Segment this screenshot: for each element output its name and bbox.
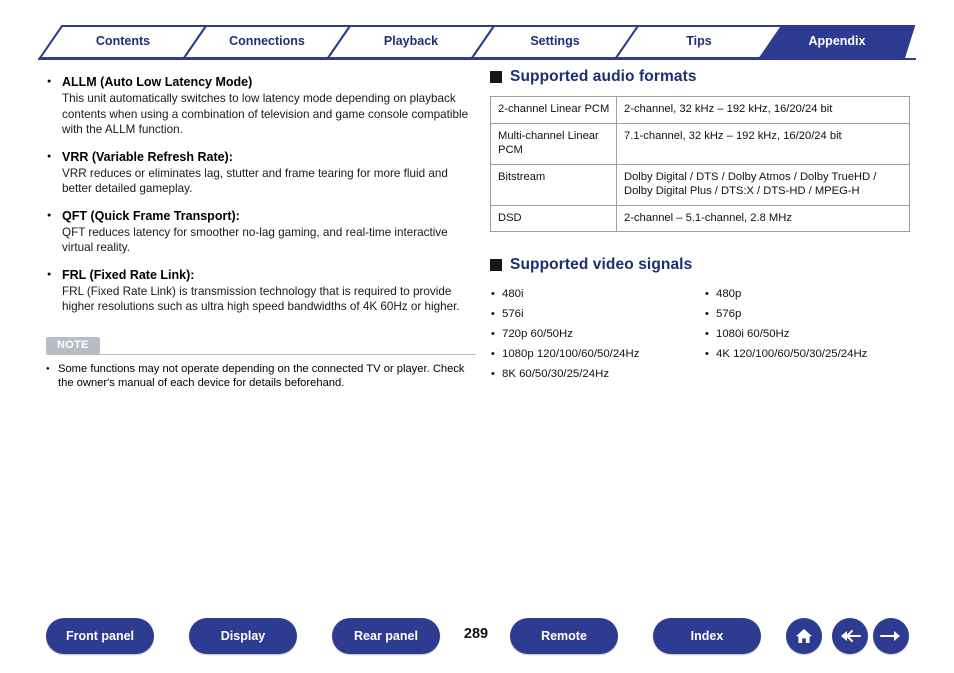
section-title: Supported video signals bbox=[510, 256, 693, 273]
tab-tips-label: Tips bbox=[686, 34, 712, 48]
tab-tips[interactable]: Tips bbox=[616, 24, 782, 58]
list-item: 480p bbox=[704, 284, 912, 304]
list-item: ALLM (Auto Low Latency Mode) This unit a… bbox=[46, 74, 476, 138]
video-signals-column-2: 480p 576p 1080i 60/50Hz 4K 120/100/60/50… bbox=[704, 284, 912, 384]
bullet-title: ALLM (Auto Low Latency Mode) bbox=[62, 75, 253, 89]
tab-connections[interactable]: Connections bbox=[184, 24, 350, 58]
remote-button[interactable]: Remote bbox=[510, 618, 618, 654]
square-bullet-icon bbox=[490, 259, 502, 271]
table-cell-name: Bitstream bbox=[490, 163, 617, 206]
forward-arrow-icon bbox=[880, 631, 900, 641]
remote-button-label: Remote bbox=[541, 629, 587, 643]
tab-playback[interactable]: Playback bbox=[328, 24, 494, 58]
table-cell-value: Dolby Digital / DTS / Dolby Atmos / Dolb… bbox=[616, 163, 910, 206]
forward-button[interactable] bbox=[873, 618, 909, 654]
tab-bar: Contents Connections Playback Settings T… bbox=[38, 24, 916, 60]
list-item: 1080p 120/100/60/50/24Hz bbox=[490, 344, 698, 364]
supported-audio-formats-heading: Supported audio formats bbox=[490, 68, 914, 86]
video-signals-column-1: 480i 576i 720p 60/50Hz 1080p 120/100/60/… bbox=[490, 284, 698, 384]
table-cell-value: 7.1-channel, 32 kHz – 192 kHz, 16/20/24 … bbox=[616, 122, 910, 165]
back-button[interactable] bbox=[832, 618, 868, 654]
audio-formats-table: 2-channel Linear PCM 2-channel, 32 kHz –… bbox=[490, 96, 910, 232]
bullet-title: QFT (Quick Frame Transport): bbox=[62, 208, 240, 223]
right-content-column: Supported audio formats 2-channel Linear… bbox=[490, 68, 914, 384]
front-panel-button[interactable]: Front panel bbox=[46, 618, 154, 654]
list-item: 1080i 60/50Hz bbox=[704, 324, 912, 344]
square-bullet-icon bbox=[490, 71, 502, 83]
table-row: Multi-channel Linear PCM 7.1-channel, 32… bbox=[490, 122, 910, 165]
list-item: 480i bbox=[490, 284, 698, 304]
table-row: 2-channel Linear PCM 2-channel, 32 kHz –… bbox=[490, 96, 910, 124]
note-divider bbox=[46, 353, 476, 355]
table-cell-name: Multi-channel Linear PCM bbox=[490, 122, 617, 165]
display-button[interactable]: Display bbox=[189, 618, 297, 654]
tab-connections-label: Connections bbox=[229, 34, 305, 48]
home-button[interactable] bbox=[786, 618, 822, 654]
feature-bullet-list: ALLM (Auto Low Latency Mode) This unit a… bbox=[46, 74, 476, 315]
page-number: 289 bbox=[463, 626, 489, 642]
table-row: Bitstream Dolby Digital / DTS / Dolby At… bbox=[490, 163, 910, 206]
section-title: Supported audio formats bbox=[510, 68, 697, 85]
tab-settings-label: Settings bbox=[530, 34, 580, 48]
table-cell-name: DSD bbox=[490, 204, 617, 232]
list-item: 720p 60/50Hz bbox=[490, 324, 698, 344]
bullet-body: This unit automatically switches to low … bbox=[62, 92, 469, 136]
table-cell-value: 2-channel – 5.1-channel, 2.8 MHz bbox=[616, 204, 910, 232]
table-cell-value: 2-channel, 32 kHz – 192 kHz, 16/20/24 bi… bbox=[616, 96, 910, 124]
table-cell-name: 2-channel Linear PCM bbox=[490, 96, 617, 124]
table-row: DSD 2-channel – 5.1-channel, 2.8 MHz bbox=[490, 204, 910, 232]
left-content-column: ALLM (Auto Low Latency Mode) This unit a… bbox=[46, 74, 476, 391]
video-signals-list: 480i 576i 720p 60/50Hz 1080p 120/100/60/… bbox=[490, 284, 914, 384]
tab-playback-label: Playback bbox=[383, 34, 439, 48]
tab-settings[interactable]: Settings bbox=[472, 24, 638, 58]
tab-contents-label: Contents bbox=[95, 34, 151, 48]
note-block: NOTE Some functions may not operate depe… bbox=[46, 335, 476, 391]
list-item: FRL (Fixed Rate Link): FRL (Fixed Rate L… bbox=[46, 267, 476, 315]
bullet-title: FRL (Fixed Rate Link): bbox=[62, 267, 195, 282]
list-item: QFT (Quick Frame Transport): QFT reduces… bbox=[46, 208, 476, 256]
tab-contents[interactable]: Contents bbox=[40, 24, 206, 58]
bullet-body: FRL (Fixed Rate Link) is transmission te… bbox=[62, 284, 460, 314]
bullet-title: VRR (Variable Refresh Rate): bbox=[62, 149, 233, 164]
rear-panel-button-label: Rear panel bbox=[354, 629, 418, 643]
bullet-body: VRR reduces or eliminates lag, stutter a… bbox=[62, 166, 448, 196]
tab-appendix[interactable]: Appendix bbox=[760, 24, 914, 58]
footer-nav: Front panel Display Rear panel 289 Remot… bbox=[0, 618, 954, 658]
rear-panel-button[interactable]: Rear panel bbox=[332, 618, 440, 654]
bullet-body: QFT reduces latency for smoother no-lag … bbox=[62, 225, 448, 255]
back-arrow-icon bbox=[841, 630, 861, 642]
tab-appendix-label: Appendix bbox=[808, 34, 866, 48]
list-item: 4K 120/100/60/50/30/25/24Hz bbox=[704, 344, 912, 364]
index-button-label: Index bbox=[690, 629, 724, 643]
list-item: 8K 60/50/30/25/24Hz bbox=[490, 364, 698, 384]
supported-video-signals-heading: Supported video signals bbox=[490, 256, 914, 274]
home-icon bbox=[796, 629, 812, 643]
list-item: VRR (Variable Refresh Rate): VRR reduces… bbox=[46, 149, 476, 197]
index-button[interactable]: Index bbox=[653, 618, 761, 654]
list-item: 576p bbox=[704, 304, 912, 324]
note-badge: NOTE bbox=[46, 336, 100, 354]
note-item: Some functions may not operate depending… bbox=[46, 362, 476, 391]
display-button-label: Display bbox=[220, 629, 266, 643]
front-panel-button-label: Front panel bbox=[65, 629, 135, 643]
list-item: 576i bbox=[490, 304, 698, 324]
